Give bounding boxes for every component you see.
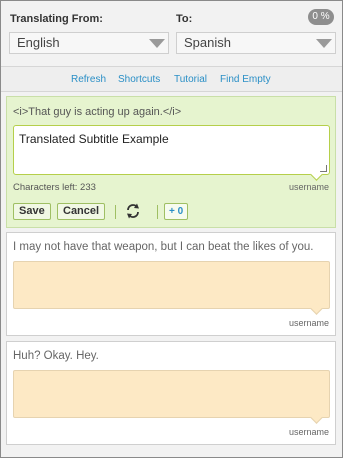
vote-plus-button[interactable]: + 0 — [164, 203, 189, 220]
refresh-link[interactable]: Refresh — [71, 74, 106, 85]
from-label: Translating From: — [10, 13, 103, 25]
language-header: Translating From: To: 0 % English Spanis… — [1, 1, 342, 65]
translation-input[interactable]: Translated Subtitle Example — [13, 125, 330, 181]
toolbar-divider — [157, 205, 158, 219]
to-language-value: Spanish — [184, 35, 231, 50]
subtitle-card: I may not have that weapon, but I can be… — [6, 232, 336, 336]
username-label: username — [288, 427, 329, 437]
to-language-select[interactable]: Spanish — [176, 32, 336, 54]
username-label: username — [288, 318, 329, 328]
shortcuts-link[interactable]: Shortcuts — [118, 74, 160, 85]
characters-left: Characters left: 233 — [13, 182, 96, 193]
progress-badge: 0 % — [308, 9, 334, 25]
speech-tail — [310, 302, 323, 315]
link-toolbar: Refresh Shortcuts Tutorial Find Empty — [1, 66, 342, 92]
source-text: Huh? Okay. Hey. — [13, 350, 99, 362]
caret-down-icon — [149, 39, 165, 48]
from-language-value: English — [17, 35, 60, 50]
source-text: I may not have that weapon, but I can be… — [13, 241, 314, 253]
translation-input[interactable] — [13, 261, 330, 315]
translation-value: Translated Subtitle Example — [19, 132, 169, 146]
save-button[interactable]: Save — [13, 203, 51, 220]
translation-input[interactable] — [13, 370, 330, 424]
subtitle-card: Huh? Okay. Hey. username — [6, 341, 336, 445]
speech-tail — [310, 411, 323, 424]
find-empty-link[interactable]: Find Empty — [220, 74, 271, 85]
to-label: To: — [176, 13, 193, 25]
caret-down-icon — [316, 39, 332, 48]
tutorial-link[interactable]: Tutorial — [174, 74, 207, 85]
username-label: username — [288, 182, 329, 192]
active-subtitle-card: <i>That guy is acting up again.</i> Tran… — [6, 96, 336, 228]
resize-handle-icon[interactable] — [320, 165, 327, 172]
cancel-button[interactable]: Cancel — [57, 203, 106, 220]
refresh-sync-icon[interactable] — [124, 202, 142, 220]
source-text: <i>That guy is acting up again.</i> — [13, 106, 182, 118]
from-language-select[interactable]: English — [9, 32, 169, 54]
toolbar-divider — [115, 205, 116, 219]
